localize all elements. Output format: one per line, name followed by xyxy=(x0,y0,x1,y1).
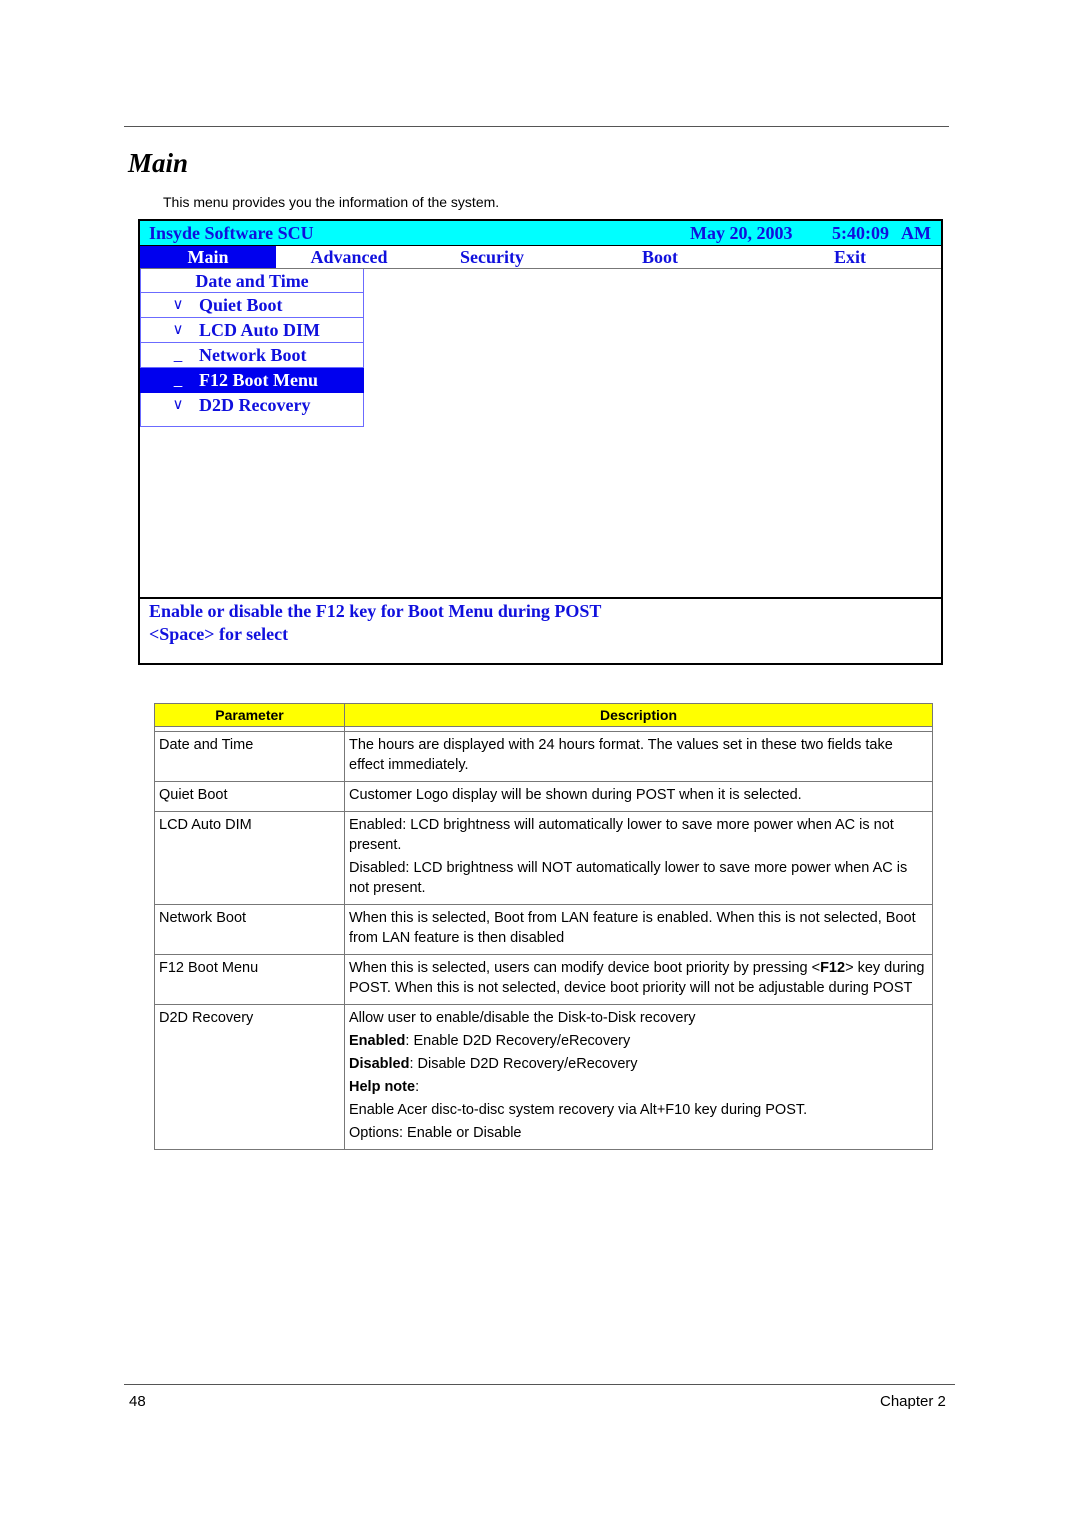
bios-app-title: Insyde Software SCU xyxy=(149,223,314,243)
description-line: Enable Acer disc-to-disc system recovery… xyxy=(349,1100,928,1120)
description-line: Disabled: LCD brightness will NOT automa… xyxy=(349,858,928,898)
menu-item-label: LCD Auto DIM xyxy=(199,320,321,340)
unchecked-icon: _ xyxy=(173,346,183,363)
description-line: When this is selected, users can modify … xyxy=(349,958,928,998)
parameter-table: Parameter Description Date and Time The h… xyxy=(154,703,933,1150)
description-cell: When this is selected, Boot from LAN fea… xyxy=(344,904,933,955)
parameter-cell: D2D Recovery xyxy=(154,1004,345,1150)
description-text: Allow user to enable/disable the Disk-to… xyxy=(349,1010,696,1026)
description-text: The hours are displayed with 24 hours fo… xyxy=(349,737,893,773)
description-cell: The hours are displayed with 24 hours fo… xyxy=(344,731,933,782)
bios-help-area: Enable or disable the F12 key for Boot M… xyxy=(140,597,941,663)
description-cell: Allow user to enable/disable the Disk-to… xyxy=(344,1004,933,1150)
page-number: 48 xyxy=(129,1393,146,1410)
bios-time: 5:40:09 xyxy=(832,223,889,243)
description-cell: When this is selected, users can modify … xyxy=(344,954,933,1005)
table-body: Date and Time The hours are displayed wit… xyxy=(154,726,933,1150)
page-title: Main xyxy=(128,148,189,178)
parameter-cell: Quiet Boot xyxy=(154,781,345,812)
description-text: : Enable D2D Recovery/eRecovery xyxy=(405,1033,631,1049)
description-line: Help note: xyxy=(349,1077,928,1097)
description-bold-text: Help note xyxy=(349,1079,416,1095)
description-text: Options: Enable or Disable xyxy=(349,1125,522,1141)
description-line: When this is selected, Boot from LAN fea… xyxy=(349,908,928,948)
menu-item-label: D2D Recovery xyxy=(199,395,311,415)
description-line: Enabled: LCD brightness will automatical… xyxy=(349,815,928,855)
column-header-parameter: Parameter xyxy=(154,703,345,727)
menu-item-label: Date and Time xyxy=(195,271,309,291)
menu-item-d2d-recovery[interactable]: ∨ D2D Recovery xyxy=(140,393,364,427)
description-cell: Customer Logo display will be shown duri… xyxy=(344,781,933,812)
description-text: Customer Logo display will be shown duri… xyxy=(349,787,802,803)
menu-item-network-boot[interactable]: _ Network Boot xyxy=(140,343,364,368)
description-line: Customer Logo display will be shown duri… xyxy=(349,785,928,805)
description-cell: Enabled: LCD brightness will automatical… xyxy=(344,811,933,905)
intro-text: This menu provides you the information o… xyxy=(163,194,500,210)
bios-date: May 20, 2003 xyxy=(690,223,793,243)
chapter-label: Chapter 2 xyxy=(880,1393,946,1410)
help-line: <Space> for select xyxy=(149,624,289,644)
menu-item-label: Quiet Boot xyxy=(199,295,283,315)
description-text: : xyxy=(415,1079,420,1095)
checked-icon: ∨ xyxy=(172,321,184,338)
description-text: Disabled: LCD brightness will NOT automa… xyxy=(349,860,908,896)
description-bold-text: Enabled xyxy=(349,1033,406,1049)
table-row: LCD Auto DIM Enabled: LCD brightness will… xyxy=(154,811,933,905)
header-rule xyxy=(124,126,949,127)
tab-boot[interactable]: Boot xyxy=(590,246,730,268)
unchecked-icon: _ xyxy=(173,371,183,388)
description-line: Options: Enable or Disable xyxy=(349,1123,928,1143)
tab-security[interactable]: Security xyxy=(422,246,562,268)
description-text: When this is selected, users can modify … xyxy=(349,960,821,976)
description-bold-text: F12 xyxy=(820,960,846,976)
bios-header: Insyde Software SCU May 20, 2003 5:40:09… xyxy=(140,221,941,246)
menu-item-f12-boot-menu[interactable]: _ F12 Boot Menu xyxy=(140,368,364,393)
description-bold-text: Disabled xyxy=(349,1056,410,1072)
bios-screen: Insyde Software SCU May 20, 2003 5:40:09… xyxy=(138,219,943,665)
table-row: D2D Recovery Allow user to enable/disable… xyxy=(154,1004,933,1150)
footer-rule xyxy=(124,1384,955,1385)
parameter-cell: Date and Time xyxy=(154,731,345,782)
menu-item-date-and-time[interactable]: Date and Time xyxy=(140,269,364,293)
tab-main[interactable]: Main xyxy=(140,246,276,268)
parameter-cell: F12 Boot Menu xyxy=(154,954,345,1005)
description-line: Allow user to enable/disable the Disk-to… xyxy=(349,1008,928,1028)
bios-ampm: AM xyxy=(901,223,931,243)
table-row: Date and Time The hours are displayed wit… xyxy=(154,731,933,782)
tab-advanced[interactable]: Advanced xyxy=(276,246,422,268)
menu-item-label: Network Boot xyxy=(199,345,307,365)
menu-item-label: F12 Boot Menu xyxy=(199,370,318,390)
parameter-cell: Network Boot xyxy=(154,904,345,955)
checked-icon: ∨ xyxy=(172,396,184,413)
description-line: Enabled: Enable D2D Recovery/eRecovery xyxy=(349,1031,928,1051)
tab-exit[interactable]: Exit xyxy=(780,246,920,268)
help-line: Enable or disable the F12 key for Boot M… xyxy=(149,601,602,621)
description-text: : Disable D2D Recovery/eRecovery xyxy=(409,1056,638,1072)
description-text: Enabled: LCD brightness will automatical… xyxy=(349,817,894,853)
description-line: The hours are displayed with 24 hours fo… xyxy=(349,735,928,775)
column-header-description: Description xyxy=(344,703,933,727)
description-text: Enable Acer disc-to-disc system recovery… xyxy=(349,1102,808,1118)
description-line: Disabled: Disable D2D Recovery/eRecovery xyxy=(349,1054,928,1074)
menu-item-lcd-auto-dim[interactable]: ∨ LCD Auto DIM xyxy=(140,318,364,343)
bios-menu-list: Date and Time ∨ Quiet Boot ∨ LCD Auto DI… xyxy=(140,269,364,427)
parameter-cell: LCD Auto DIM xyxy=(154,811,345,905)
menu-item-quiet-boot[interactable]: ∨ Quiet Boot xyxy=(140,293,364,318)
table-row: Quiet Boot Customer Logo display will be … xyxy=(154,781,933,812)
bios-tab-bar: Main Advanced Security Boot Exit xyxy=(140,246,941,269)
description-text: When this is selected, Boot from LAN fea… xyxy=(349,910,916,946)
checked-icon: ∨ xyxy=(172,296,184,313)
table-row: F12 Boot Menu When this is selected, user… xyxy=(154,954,933,1005)
table-header-row: Parameter Description xyxy=(154,703,933,727)
table-row: Network Boot When this is selected, Boot … xyxy=(154,904,933,955)
